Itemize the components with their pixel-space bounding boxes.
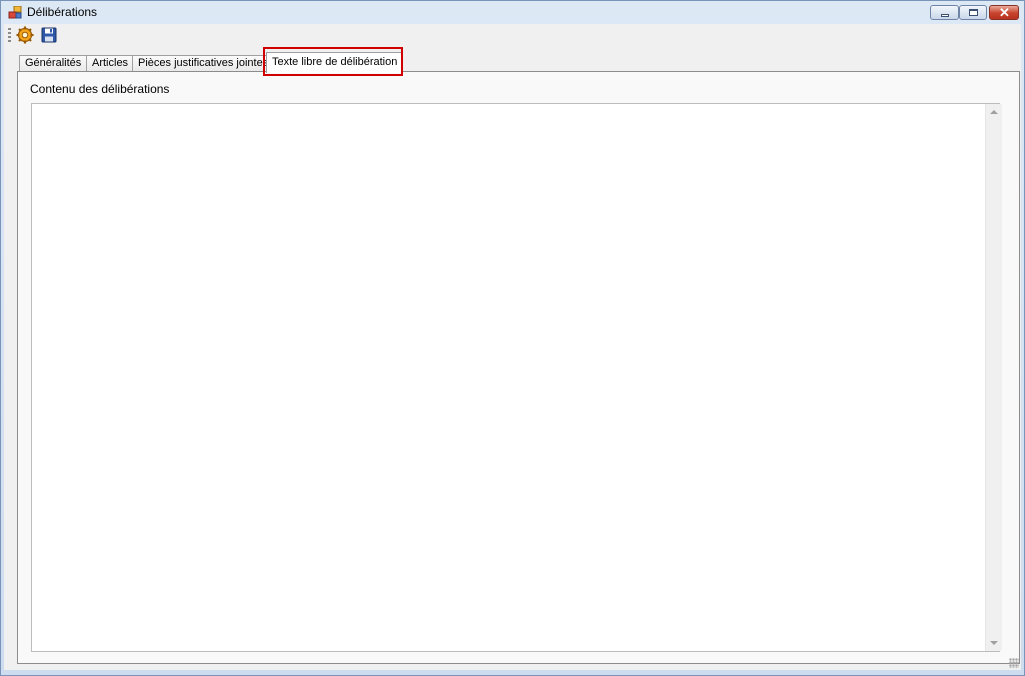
close-button[interactable]: ✕ [989, 5, 1019, 20]
tab-generalites[interactable]: Généralités [19, 55, 87, 72]
toolbar-grip[interactable] [8, 28, 11, 42]
tab-texte-libre[interactable]: Texte libre de délibération [266, 52, 403, 73]
maximize-button[interactable] [959, 5, 987, 20]
scroll-down-icon[interactable] [990, 641, 998, 645]
toolbar [4, 24, 1021, 47]
content-label: Contenu des délibérations [30, 82, 170, 96]
client-area: Généralités Articles Pièces justificativ… [4, 24, 1021, 670]
close-icon: ✕ [999, 5, 1010, 20]
content-textarea[interactable] [31, 103, 1000, 652]
minimize-button[interactable] [930, 5, 959, 20]
main-window: Délibérations ✕ Généralités Articles Piè… [0, 0, 1025, 676]
title-bar[interactable]: Délibérations ✕ [1, 1, 1024, 24]
save-icon[interactable] [40, 26, 58, 44]
resize-grip[interactable] [1009, 658, 1019, 668]
maximize-icon [969, 9, 978, 16]
window-title: Délibérations [27, 5, 98, 19]
tab-articles[interactable]: Articles [86, 55, 133, 72]
app-icon [8, 6, 22, 19]
gear-icon[interactable] [16, 26, 34, 44]
scroll-up-icon[interactable] [990, 110, 998, 114]
tab-page-texte-libre: Contenu des délibérations [17, 71, 1020, 664]
tab-strip: Généralités Articles Pièces justificativ… [19, 52, 1019, 73]
tab-pieces-justificatives[interactable]: Pièces justificatives jointes [132, 55, 268, 72]
vertical-scrollbar[interactable] [985, 104, 1002, 651]
minimize-icon [941, 14, 949, 17]
